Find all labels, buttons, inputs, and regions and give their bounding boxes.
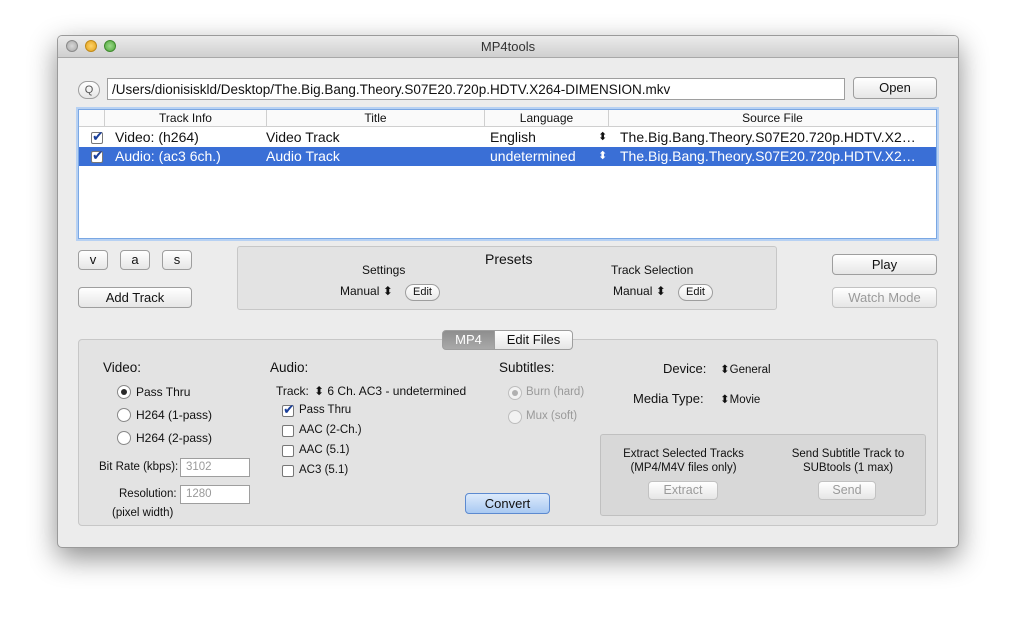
- track-enable-checkbox[interactable]: ✔: [91, 129, 104, 144]
- open-button[interactable]: Open: [853, 77, 937, 99]
- subtitles-mux-radio[interactable]: [508, 410, 522, 424]
- video-h264-2pass-radio[interactable]: [117, 431, 131, 445]
- resolution-label: Resolution:: [119, 488, 177, 500]
- audio-track-value: 6 Ch. AC3 - undetermined: [327, 384, 467, 398]
- title-bar: MP4tools: [58, 36, 958, 58]
- track-info-cell: Audio: (ac3 6ch.): [115, 148, 221, 164]
- column-header-track-info[interactable]: Track Info: [105, 110, 267, 127]
- source-file-cell: The.Big.Bang.Theory.S07E20.720p.HDTV.X2…: [620, 129, 916, 145]
- send-text-line2: SUBtools (1 max): [802, 462, 894, 474]
- resolution-field[interactable]: 1280: [186, 488, 212, 500]
- tab-edit-files[interactable]: Edit Files: [494, 330, 573, 350]
- search-icon[interactable]: Q: [78, 81, 100, 99]
- audio-track-select[interactable]: ⬍ 6 Ch. AC3 - undetermined: [314, 384, 466, 398]
- send-text-line1: Send Subtitle Track to: [791, 448, 905, 460]
- presets-title: Presets: [485, 251, 533, 267]
- settings-edit-button[interactable]: Edit: [405, 284, 440, 301]
- device-select[interactable]: ⬍General: [720, 362, 771, 376]
- send-button[interactable]: Send: [818, 481, 876, 500]
- column-header-language[interactable]: Language: [485, 110, 609, 127]
- resolution-note: (pixel width): [112, 507, 174, 519]
- audio-track-label: Track:: [276, 384, 309, 398]
- bitrate-field[interactable]: 3102: [186, 461, 212, 473]
- audio-heading: Audio:: [270, 360, 309, 375]
- window-title: MP4tools: [480, 39, 536, 54]
- audio-ac3-51-label: AC3 (5.1): [299, 464, 349, 476]
- media-type-label: Media Type:: [633, 391, 704, 406]
- title-cell[interactable]: Video Track: [266, 129, 340, 145]
- source-file-cell: The.Big.Bang.Theory.S07E20.720p.HDTV.X2…: [620, 148, 916, 164]
- audio-aac-51-checkbox[interactable]: [282, 445, 294, 457]
- subtitles-burn-label: Burn (hard): [526, 386, 585, 398]
- add-subtitle-track-button[interactable]: s: [162, 250, 192, 270]
- file-path-field[interactable]: /Users/dionisiskld/Desktop/The.Big.Bang.…: [112, 82, 670, 97]
- settings-label: Settings: [362, 263, 406, 277]
- language-stepper-icon[interactable]: ⬍: [598, 130, 607, 143]
- column-header-source-file[interactable]: Source File: [609, 110, 936, 127]
- video-heading: Video:: [103, 360, 142, 375]
- stepper-icon: ⬍: [720, 394, 730, 406]
- device-value: General: [729, 364, 771, 376]
- video-pass-thru-label: Pass Thru: [136, 385, 191, 399]
- stepper-icon: ⬍: [655, 284, 666, 298]
- play-button[interactable]: Play: [832, 254, 937, 275]
- mp4tools-window: MP4tools Q /Users/dionisiskld/Desktop/Th…: [57, 35, 959, 548]
- audio-pass-thru-checkbox[interactable]: ✔: [282, 402, 295, 417]
- table-row[interactable]: ✔ Audio: (ac3 6ch.) Audio Track undeterm…: [79, 147, 936, 166]
- add-audio-track-button[interactable]: a: [120, 250, 150, 270]
- subtitles-burn-radio[interactable]: [508, 386, 522, 400]
- subtitles-mux-label: Mux (soft): [526, 410, 578, 422]
- extract-button[interactable]: Extract: [648, 481, 718, 500]
- device-label: Device:: [663, 361, 707, 376]
- language-cell[interactable]: English: [490, 129, 536, 145]
- audio-aac-51-label: AAC (5.1): [299, 444, 350, 456]
- add-track-button[interactable]: Add Track: [78, 287, 192, 308]
- language-cell[interactable]: undetermined: [490, 148, 576, 164]
- track-selection-preset-select[interactable]: Manual ⬍: [613, 284, 666, 298]
- title-cell[interactable]: Audio Track: [266, 148, 340, 164]
- presets-box: Presets Settings Manual ⬍ Edit Track Sel…: [237, 246, 777, 310]
- audio-aac-2ch-checkbox[interactable]: [282, 425, 294, 437]
- checkbox-column-header[interactable]: [79, 110, 105, 127]
- track-selection-edit-button[interactable]: Edit: [678, 284, 713, 301]
- settings-preset-value: Manual: [340, 284, 380, 298]
- convert-button[interactable]: Convert: [465, 493, 550, 514]
- bitrate-label: Bit Rate (kbps):: [99, 461, 179, 473]
- stepper-icon: ⬍: [382, 284, 393, 298]
- audio-pass-thru-label: Pass Thru: [299, 404, 352, 416]
- stepper-icon: ⬍: [314, 384, 325, 398]
- track-selection-preset-value: Manual: [613, 284, 653, 298]
- track-enable-checkbox[interactable]: ✔: [91, 148, 104, 163]
- tab-mp4[interactable]: MP4: [442, 330, 495, 350]
- audio-aac-2ch-label: AAC (2-Ch.): [299, 424, 362, 436]
- settings-preset-select[interactable]: Manual ⬍: [340, 284, 393, 298]
- stepper-icon: ⬍: [720, 364, 730, 376]
- table-row[interactable]: ✔ Video: (h264) Video Track English ⬍ Th…: [79, 128, 936, 147]
- track-info-cell: Video: (h264): [115, 129, 199, 145]
- track-selection-label: Track Selection: [611, 263, 694, 277]
- video-pass-thru-radio[interactable]: [117, 385, 131, 399]
- watch-mode-button[interactable]: Watch Mode: [832, 287, 937, 308]
- audio-ac3-51-checkbox[interactable]: [282, 465, 294, 477]
- add-video-track-button[interactable]: v: [78, 250, 108, 270]
- video-h264-1pass-radio[interactable]: [117, 408, 131, 422]
- column-header-title[interactable]: Title: [267, 110, 485, 127]
- media-type-select[interactable]: ⬍Movie: [720, 392, 760, 406]
- extract-text-line1: Extract Selected Tracks: [623, 448, 744, 460]
- video-h264-2pass-label: H264 (2-pass): [136, 431, 213, 445]
- media-type-value: Movie: [729, 394, 761, 406]
- subtitles-heading: Subtitles:: [499, 360, 555, 375]
- video-h264-1pass-label: H264 (1-pass): [136, 408, 213, 422]
- extract-send-box: Extract Selected Tracks (MP4/M4V files o…: [600, 434, 926, 516]
- language-stepper-icon[interactable]: ⬍: [598, 149, 607, 162]
- track-table: Track Info Title Language Source File ✔ …: [78, 109, 937, 239]
- extract-text-line2: (MP4/M4V files only): [630, 462, 737, 474]
